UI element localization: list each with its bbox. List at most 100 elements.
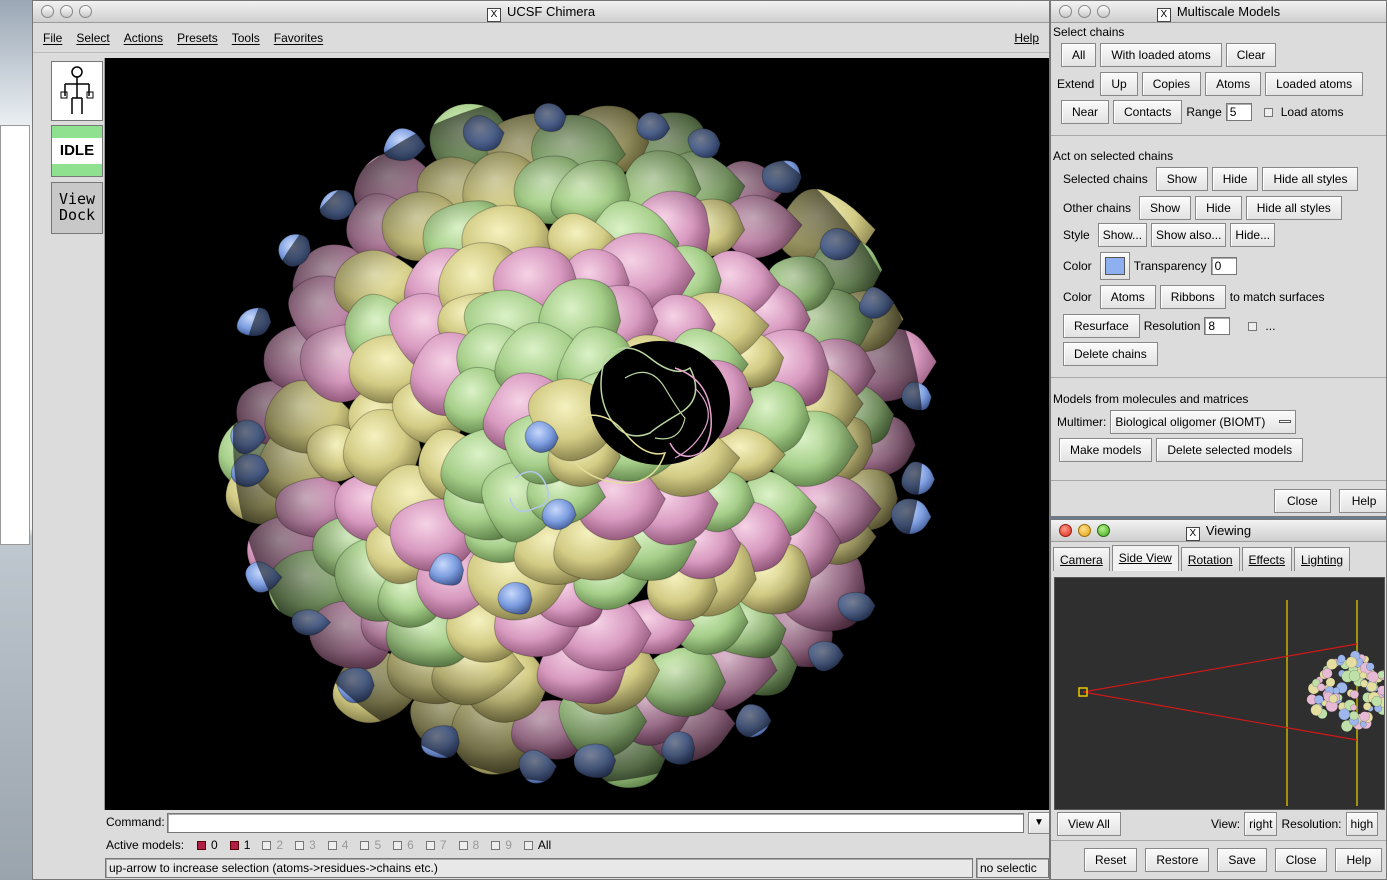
menu-indicator-icon xyxy=(1278,420,1291,423)
model-6-checkbox[interactable] xyxy=(393,840,403,850)
menu-favorites[interactable]: Favorites xyxy=(274,31,323,45)
graphics-viewport[interactable] xyxy=(105,58,1049,810)
style-hide-button[interactable]: Hide... xyxy=(1230,223,1276,247)
view-all-button[interactable]: View All xyxy=(1057,812,1121,836)
model-2-checkbox[interactable] xyxy=(262,840,272,850)
transparency-input[interactable]: 0 xyxy=(1210,257,1237,275)
zoom-window-button[interactable] xyxy=(1097,5,1110,18)
view-direction-select[interactable]: right xyxy=(1244,812,1278,836)
model-5-label: 5 xyxy=(374,838,382,852)
capsid-spike-blob xyxy=(900,461,936,496)
minimize-window-button[interactable] xyxy=(60,5,73,18)
model-4-checkbox[interactable] xyxy=(327,840,337,850)
command-input[interactable] xyxy=(167,813,1024,833)
color-atoms-button[interactable]: Atoms xyxy=(1099,285,1156,309)
extend-copies-button[interactable]: Copies xyxy=(1141,72,1202,96)
tab-rotation[interactable]: Rotation xyxy=(1180,547,1240,571)
tab-side-view[interactable]: Side View xyxy=(1111,545,1179,571)
mini-capsid-blob xyxy=(1348,670,1361,682)
other-hide-button[interactable]: Hide xyxy=(1195,196,1242,220)
model-9-checkbox[interactable] xyxy=(491,840,501,850)
viewing-help-button[interactable]: Help xyxy=(1335,848,1383,872)
minimize-window-button[interactable] xyxy=(1078,524,1091,537)
model-7-checkbox[interactable] xyxy=(425,840,435,850)
clear-button[interactable]: Clear xyxy=(1225,43,1277,67)
multimer-select[interactable]: Biological oligomer (BIOMT) xyxy=(1110,410,1296,434)
side-toolbar: IDLE View Dock xyxy=(33,58,105,810)
close-window-button[interactable] xyxy=(1059,5,1072,18)
make-models-button[interactable]: Make models xyxy=(1059,438,1153,462)
select-all-button[interactable]: All xyxy=(1061,43,1097,67)
tab-effects[interactable]: Effects xyxy=(1241,547,1293,571)
mini-capsid-blob xyxy=(1317,683,1326,692)
multiscale-titlebar[interactable]: X Multiscale Models xyxy=(1051,1,1386,23)
reset-button[interactable]: Reset xyxy=(1084,848,1138,872)
color-label: Color xyxy=(1063,259,1092,273)
resurface-button[interactable]: Resurface xyxy=(1063,314,1140,338)
zoom-window-button[interactable] xyxy=(1097,524,1110,537)
model-5-checkbox[interactable] xyxy=(360,840,370,850)
model-4-label: 4 xyxy=(341,838,349,852)
menu-actions[interactable]: Actions xyxy=(124,31,163,45)
tab-lighting[interactable]: Lighting xyxy=(1294,547,1351,571)
resolution-select[interactable]: high xyxy=(1345,812,1379,836)
restore-button[interactable]: Restore xyxy=(1145,848,1210,872)
model-1-checkbox[interactable] xyxy=(229,840,239,850)
extend-loaded-atoms-button[interactable]: Loaded atoms xyxy=(1265,72,1364,96)
multiscale-help-button[interactable]: Help xyxy=(1338,489,1386,513)
menu-presets[interactable]: Presets xyxy=(177,31,218,45)
person-icon[interactable] xyxy=(51,61,103,121)
zoom-window-button[interactable] xyxy=(79,5,92,18)
save-button[interactable]: Save xyxy=(1217,848,1267,872)
model-8-checkbox[interactable] xyxy=(458,840,468,850)
mini-capsid-blob xyxy=(1310,704,1323,716)
model-0-checkbox[interactable] xyxy=(197,840,206,850)
resolution-input[interactable]: 8 xyxy=(1204,317,1231,335)
resurface-options-checkbox[interactable] xyxy=(1248,321,1258,331)
viewing-close-button[interactable]: Close xyxy=(1274,848,1328,872)
load-atoms-checkbox[interactable] xyxy=(1263,107,1273,117)
selected-hide-all-styles-button[interactable]: Hide all styles xyxy=(1262,167,1359,191)
command-history-dropdown[interactable]: ▼ xyxy=(1028,812,1049,834)
contacts-button[interactable]: Contacts xyxy=(1113,100,1183,124)
chimera-titlebar[interactable]: X UCSF Chimera xyxy=(33,1,1049,23)
range-input[interactable]: 5 xyxy=(1225,103,1252,121)
multiscale-close-button[interactable]: Close xyxy=(1274,489,1331,513)
close-window-button[interactable] xyxy=(1059,524,1072,537)
selected-show-button[interactable]: Show xyxy=(1155,167,1208,191)
minimize-window-button[interactable] xyxy=(1078,5,1091,18)
extend-up-button[interactable]: Up xyxy=(1100,72,1138,96)
style-show-button[interactable]: Show... xyxy=(1097,223,1148,247)
mini-capsid-blob xyxy=(1350,704,1358,711)
with-loaded-atoms-button[interactable]: With loaded atoms xyxy=(1100,43,1222,67)
style-show-also-button[interactable]: Show also... xyxy=(1151,223,1227,247)
status-message: up-arrow to increase selection (atoms->r… xyxy=(105,858,973,878)
menu-select[interactable]: Select xyxy=(76,31,109,45)
delete-selected-models-button[interactable]: Delete selected models xyxy=(1156,438,1304,462)
viewing-titlebar[interactable]: X Viewing xyxy=(1051,520,1386,542)
extend-atoms-button[interactable]: Atoms xyxy=(1205,72,1262,96)
other-show-button[interactable]: Show xyxy=(1139,196,1192,220)
model-checkboxes: 0 1 2 3 4 5 6 7 8 9 All xyxy=(197,838,551,852)
menu-help[interactable]: Help xyxy=(1014,31,1039,45)
range-label: Range xyxy=(1186,105,1222,119)
capsid-spike-blob xyxy=(890,498,932,535)
menu-tools[interactable]: Tools xyxy=(232,31,260,45)
menu-file[interactable]: File xyxy=(43,31,62,45)
model-3-checkbox[interactable] xyxy=(295,840,305,850)
selected-hide-button[interactable]: Hide xyxy=(1211,167,1259,191)
other-hide-all-styles-button[interactable]: Hide all styles xyxy=(1245,196,1342,220)
color-well-button[interactable] xyxy=(1099,252,1130,280)
color-ribbons-button[interactable]: Ribbons xyxy=(1159,285,1226,309)
side-view-canvas[interactable] xyxy=(1054,577,1385,810)
mini-capsid-blob xyxy=(1322,668,1333,679)
window-controls xyxy=(1059,5,1110,18)
all-models-checkbox[interactable] xyxy=(523,840,533,850)
near-button[interactable]: Near xyxy=(1061,100,1110,124)
close-window-button[interactable] xyxy=(41,5,54,18)
mini-capsid-blob xyxy=(1314,694,1324,705)
view-dock-button[interactable]: View Dock xyxy=(51,182,103,234)
delete-chains-button[interactable]: Delete chains xyxy=(1063,342,1158,366)
mini-capsid-blob xyxy=(1338,708,1351,721)
tab-camera[interactable]: Camera xyxy=(1053,547,1110,571)
